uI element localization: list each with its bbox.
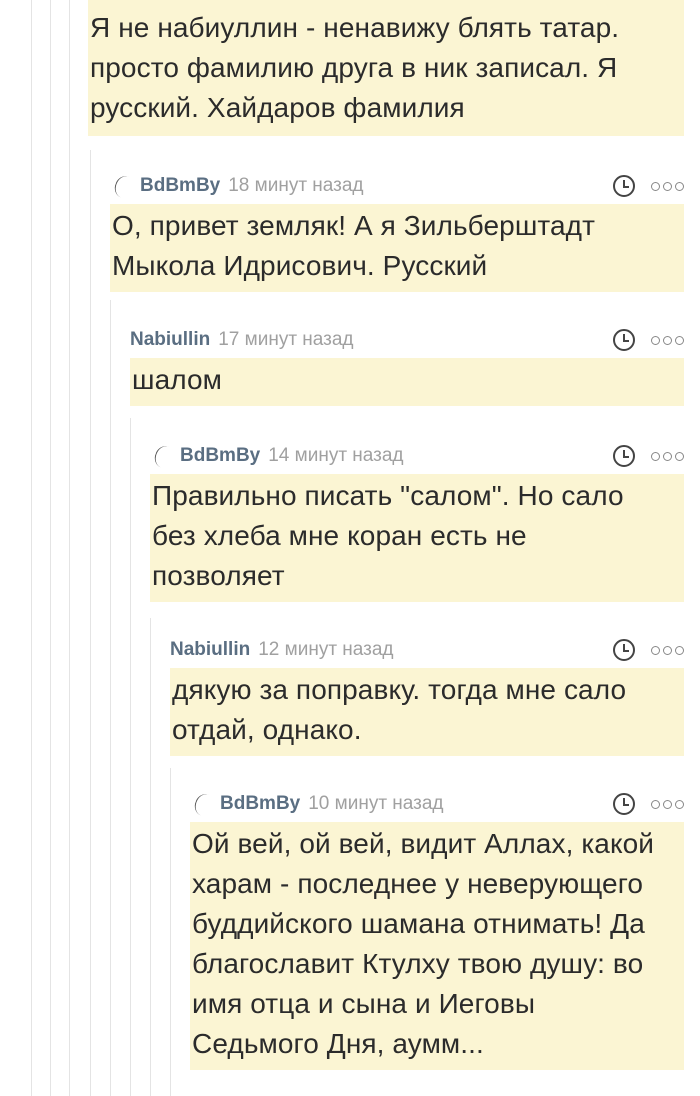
comment-author[interactable]: Nabiullin xyxy=(130,329,210,351)
comment-header: BdBmBy 10 минут назад xyxy=(190,786,684,822)
comment: Nabiullin 12 минут назад дякую за поправ… xyxy=(170,632,684,756)
avatar[interactable] xyxy=(110,174,140,198)
thread-line xyxy=(50,0,51,1096)
more-options-icon[interactable] xyxy=(651,181,684,191)
comment-text: дякую за поправку. тогда мне сало отдай,… xyxy=(170,668,684,756)
clock-icon[interactable] xyxy=(613,175,635,197)
comment: BdBmBy 18 минут назад О, привет земляк! … xyxy=(110,168,684,292)
comment-actions xyxy=(613,632,684,668)
comment-author[interactable]: BdBmBy xyxy=(140,175,220,197)
comment-actions xyxy=(613,438,684,474)
comment-time[interactable]: 18 минут назад xyxy=(228,175,363,197)
more-options-icon[interactable] xyxy=(651,799,684,809)
comment-text: шалом xyxy=(130,358,684,406)
comment-header: Nabiullin 12 минут назад xyxy=(170,632,684,668)
comment: Nabiullin 17 минут назад шалом xyxy=(130,322,684,406)
clock-icon[interactable] xyxy=(613,639,635,661)
comment-time[interactable]: 10 минут назад xyxy=(308,793,443,815)
comment-text: Я не набиуллин - ненавижу блять татар. п… xyxy=(88,0,684,136)
clock-icon[interactable] xyxy=(613,793,635,815)
comment-text: Ой вей, ой вей, видит Аллах, какой харам… xyxy=(190,822,684,1070)
comment: BdBmBy 10 минут назад Ой вей, ой вей, ви… xyxy=(190,786,684,1070)
thread-line xyxy=(170,768,171,1096)
thread-line xyxy=(150,618,151,1096)
parent-comment: Я не набиуллин - ненавижу блять татар. п… xyxy=(88,0,684,136)
more-options-icon[interactable] xyxy=(651,451,684,461)
thread-line xyxy=(130,418,131,1096)
comment-time[interactable]: 14 минут назад xyxy=(268,445,403,467)
comment-text: Правильно писать "салом". Но сало без хл… xyxy=(150,474,684,602)
more-options-icon[interactable] xyxy=(651,645,684,655)
comment-actions xyxy=(613,786,684,822)
avatar[interactable] xyxy=(190,792,220,816)
comment: BdBmBy 14 минут назад Правильно писать "… xyxy=(150,438,684,602)
comment-header: Nabiullin 17 минут назад xyxy=(130,322,684,358)
comment-text: О, привет земляк! А я Зильберштадт Мыкол… xyxy=(110,204,684,292)
thread-line xyxy=(69,0,70,1096)
comment-actions xyxy=(613,168,684,204)
comment-author[interactable]: Nabiullin xyxy=(170,639,250,661)
comment-time[interactable]: 12 минут назад xyxy=(258,639,393,661)
comment-header: BdBmBy 14 минут назад xyxy=(150,438,684,474)
thread-line xyxy=(31,0,32,1096)
clock-icon[interactable] xyxy=(613,445,635,467)
comment-author[interactable]: BdBmBy xyxy=(220,793,300,815)
comment-actions xyxy=(613,322,684,358)
avatar[interactable] xyxy=(150,444,180,468)
comment-author[interactable]: BdBmBy xyxy=(180,445,260,467)
clock-icon[interactable] xyxy=(613,329,635,351)
thread-line xyxy=(90,150,91,1096)
more-options-icon[interactable] xyxy=(651,335,684,345)
comment-header: BdBmBy 18 минут назад xyxy=(110,168,684,204)
thread-line xyxy=(110,300,111,1096)
comment-time[interactable]: 17 минут назад xyxy=(218,329,353,351)
